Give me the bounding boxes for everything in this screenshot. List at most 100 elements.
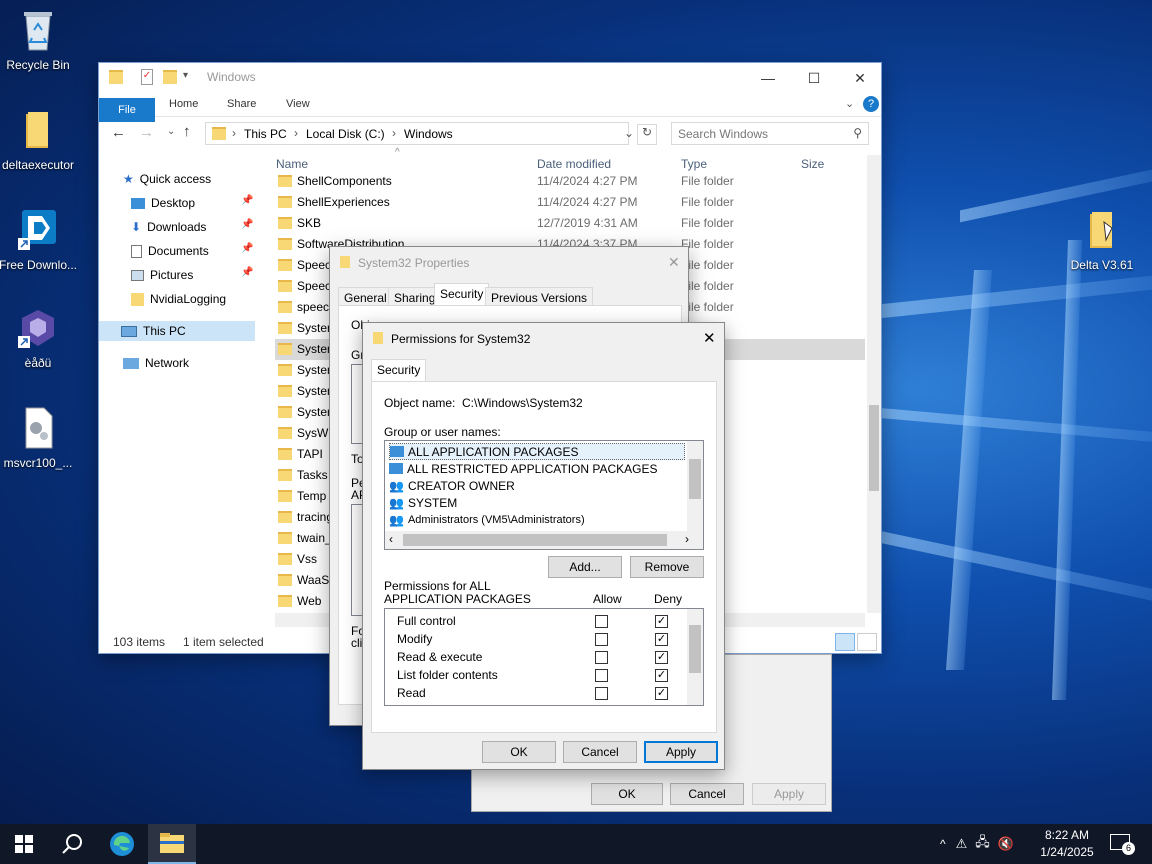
search-button[interactable] [48,824,96,864]
details-view-icon[interactable] [835,633,855,651]
breadcrumb-separator: › [392,126,396,140]
address-bar[interactable]: › This PC › Local Disk (C:) › Windows ⌄ [205,122,634,145]
game-shortcut-icon[interactable]: èåðü [0,306,78,370]
allow-checkbox[interactable] [595,687,608,700]
deny-checkbox[interactable]: ✓ [655,669,668,682]
maximize-button[interactable]: ☐ [791,63,837,93]
column-header-name[interactable]: Name [276,157,308,171]
expand-ribbon-icon[interactable]: ⌄ [845,97,854,110]
file-row[interactable]: SKB 12/7/2019 4:31 AM File folder [275,213,865,234]
cancel-button[interactable]: Cancel [670,783,744,805]
nav-item-this-pc[interactable]: This PC [99,321,255,341]
free-download-icon[interactable]: Free Downlo... [0,208,78,272]
clock[interactable]: 8:22 AM 1/24/2025 [1036,827,1098,861]
recent-locations-icon[interactable]: ⌄ [167,126,175,137]
edge-button[interactable] [98,824,146,864]
forward-icon[interactable]: → [139,124,154,141]
refresh-icon[interactable]: ↻ [637,124,657,145]
tab-file[interactable]: File [99,98,155,122]
group-item[interactable]: 👥 CREATOR OWNER [389,477,515,494]
group-list-hscrollbar[interactable]: ‹ › [385,531,703,549]
close-button[interactable]: ✕ [837,63,883,93]
breadcrumb-local-disk[interactable]: Local Disk (C:) [306,127,385,141]
security-alert-icon[interactable]: ⚠ [956,836,968,852]
nav-item-nvidialogging[interactable]: NvidiaLogging [131,289,226,309]
scrollbar-thumb[interactable] [869,405,879,491]
download-app-icon [18,210,56,250]
column-header-type[interactable]: Type [681,157,707,171]
file-list-scrollbar[interactable] [867,155,881,613]
address-dropdown-icon[interactable]: ⌄ [624,126,634,140]
network-icon[interactable]: 🖧 [975,833,990,855]
nav-item-documents[interactable]: Documents [131,241,209,261]
apply-button[interactable]: Apply [644,741,718,763]
nav-item-pictures[interactable]: Pictures [131,265,193,285]
recycle-bin-glyph-icon [24,12,52,51]
apply-button[interactable]: Apply [752,783,826,805]
deltaexecutor-folder-icon[interactable]: deltaexecutor [0,108,78,172]
nav-item-network[interactable]: Network [123,353,189,373]
file-type: File folder [681,216,734,230]
deny-checkbox[interactable]: ✓ [655,651,668,664]
tab-share[interactable]: Share [227,98,256,110]
remove-button[interactable]: Remove [630,556,704,578]
breadcrumb-this-pc[interactable]: This PC [244,127,287,141]
file-type: File folder [681,174,734,188]
nav-item-quick-access[interactable]: ★ Quick access [123,169,211,189]
breadcrumb-windows[interactable]: Windows [404,127,453,141]
show-hidden-icons-icon[interactable]: ^ [940,837,946,851]
start-button[interactable] [0,824,48,864]
msvcr100-file-icon[interactable]: msvcr100_... [0,406,78,470]
scrollbar-thumb[interactable] [403,534,667,546]
recycle-bin-icon[interactable]: Recycle Bin [0,8,78,72]
group-item[interactable]: 👥 Administrators (VM5\Administrators) [389,511,585,528]
deny-checkbox[interactable]: ✓ [655,687,668,700]
scroll-left-icon[interactable]: ‹ [389,532,393,546]
ok-button[interactable]: OK [482,741,556,763]
up-icon[interactable]: ↑ [183,123,191,140]
file-row[interactable]: ShellComponents 11/4/2024 4:27 PM File fol… [275,171,865,192]
minimize-button[interactable]: — [745,63,791,93]
group-name: CREATOR OWNER [407,478,515,493]
close-icon[interactable]: ✕ [703,329,716,347]
folder-icon [278,175,292,187]
group-item[interactable]: 👥 SYSTEM [389,494,457,511]
nav-label: NvidiaLogging [150,292,227,306]
properties-quick-icon[interactable]: ✓ [141,69,153,85]
deny-checkbox[interactable]: ✓ [655,633,668,646]
tab-home[interactable]: Home [169,98,198,110]
cancel-button[interactable]: Cancel [563,741,637,763]
group-item[interactable]: ALL APPLICATION PACKAGES [389,443,685,460]
group-list-scrollbar[interactable] [687,441,703,531]
close-icon[interactable]: ✕ [668,254,680,271]
large-icons-view-icon[interactable] [857,633,877,651]
notification-center-button[interactable]: 6 [1110,834,1135,855]
scrollbar-thumb[interactable] [689,459,701,499]
column-header-size[interactable]: Size [801,157,824,171]
deny-checkbox[interactable]: ✓ [655,615,668,628]
permission-list-scrollbar[interactable] [687,609,703,705]
help-icon[interactable]: ? [863,96,879,112]
volume-muted-icon[interactable]: 🔇 [998,836,1014,852]
allow-checkbox[interactable] [595,651,608,664]
back-icon[interactable]: ← [111,124,126,141]
scroll-right-icon[interactable]: › [685,532,689,546]
file-row[interactable]: ShellExperiences 11/4/2024 4:27 PM File fo… [275,192,865,213]
nav-item-desktop[interactable]: Desktop [131,193,195,213]
column-header-date[interactable]: Date modified [537,157,611,171]
new-folder-quick-icon[interactable] [163,70,177,84]
chevron-down-icon[interactable]: ▾ [183,70,188,81]
search-input[interactable]: Search Windows ⚲ [671,122,869,145]
scrollbar-thumb[interactable] [689,625,701,673]
allow-checkbox[interactable] [595,633,608,646]
ok-button[interactable]: OK [591,783,663,805]
delta-folder-icon[interactable]: Delta V3.61 [1062,208,1142,272]
tab-view[interactable]: View [286,98,310,110]
add-button[interactable]: Add... [548,556,622,578]
allow-checkbox[interactable] [595,615,608,628]
nav-item-downloads[interactable]: ⬇ Downloads [131,217,206,237]
group-item[interactable]: ALL RESTRICTED APPLICATION PACKAGES [389,460,658,477]
allow-checkbox[interactable] [595,669,608,682]
file-explorer-button[interactable] [148,824,196,864]
tab-security[interactable]: Security [371,359,427,383]
